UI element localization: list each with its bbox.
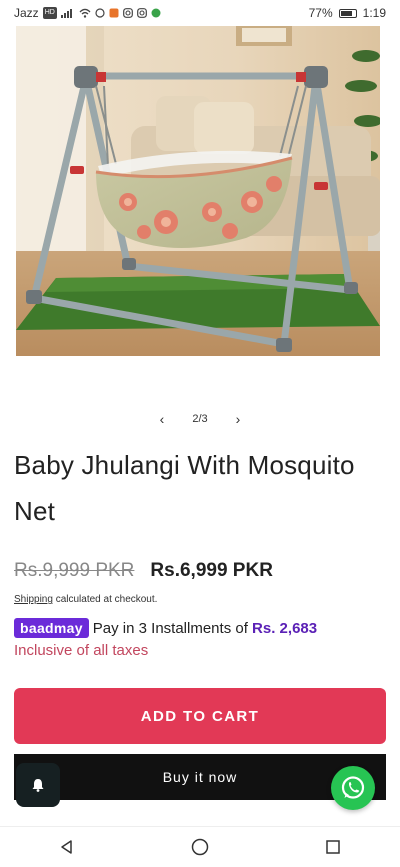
whatsapp-icon <box>95 8 105 18</box>
carrier-name: Jazz <box>14 6 39 20</box>
back-icon <box>60 840 72 854</box>
product-photo <box>16 26 380 356</box>
status-left: Jazz HD <box>14 6 161 20</box>
nav-home-button[interactable] <box>180 827 220 867</box>
chevron-left-icon[interactable]: ‹ <box>154 411 171 427</box>
status-right: 77% 1:19 <box>309 6 386 20</box>
instagram-icon <box>136 8 147 18</box>
installments-text: Pay in 3 Installments of Rs. 2,683 <box>93 620 317 637</box>
bell-icon <box>32 779 44 792</box>
pager-count: 2/3 <box>192 413 208 425</box>
shipping-link[interactable]: Shipping <box>14 594 53 605</box>
instagram-icon <box>122 8 133 18</box>
recents-icon <box>326 840 341 854</box>
clock: 1:19 <box>362 6 386 20</box>
battery-percent: 77% <box>308 6 333 20</box>
price-row: Rs.9,999 PKR Rs.6,999 PKR <box>14 560 273 582</box>
shipping-text: calculated at checkout. <box>52 594 158 605</box>
chevron-right-icon[interactable]: › <box>230 411 247 427</box>
nav-recents-button[interactable] <box>313 827 353 867</box>
add-to-cart-button[interactable]: ADD TO CART <box>14 688 386 744</box>
app-icon <box>151 8 161 18</box>
notification-icon <box>109 8 119 18</box>
whatsapp-button[interactable] <box>331 766 375 810</box>
sale-price: Rs.6,999 PKR <box>150 560 273 581</box>
baadmay-logo: baadmay <box>14 618 89 638</box>
wifi-icon <box>79 8 91 18</box>
signal-icon <box>60 9 72 18</box>
product-title: Baby Jhulangi With Mosquito Net <box>14 450 355 526</box>
gallery-pager: ‹ 2/3 › <box>0 408 400 430</box>
original-price: Rs.9,999 PKR <box>14 560 135 581</box>
installments-label: Pay in 3 Installments of <box>92 619 253 637</box>
network-badge: HD <box>42 7 57 19</box>
home-icon <box>191 838 209 856</box>
notification-button[interactable] <box>16 763 60 807</box>
baadmay-installments[interactable]: baadmay Pay in 3 Installments of Rs. 2,6… <box>14 618 317 638</box>
nav-back-button[interactable] <box>47 827 87 867</box>
whatsapp-icon <box>341 776 365 799</box>
product-image[interactable] <box>16 26 380 356</box>
buy-now-button[interactable]: Buy it now <box>14 754 386 800</box>
system-nav-bar <box>0 826 400 867</box>
shipping-note: Shipping calculated at checkout. <box>14 594 157 605</box>
battery-icon <box>338 8 357 18</box>
tax-note: Inclusive of all taxes <box>14 642 149 659</box>
status-bar: Jazz HD 77% 1:19 <box>0 0 400 26</box>
installment-amount: Rs. 2,683 <box>252 619 318 637</box>
